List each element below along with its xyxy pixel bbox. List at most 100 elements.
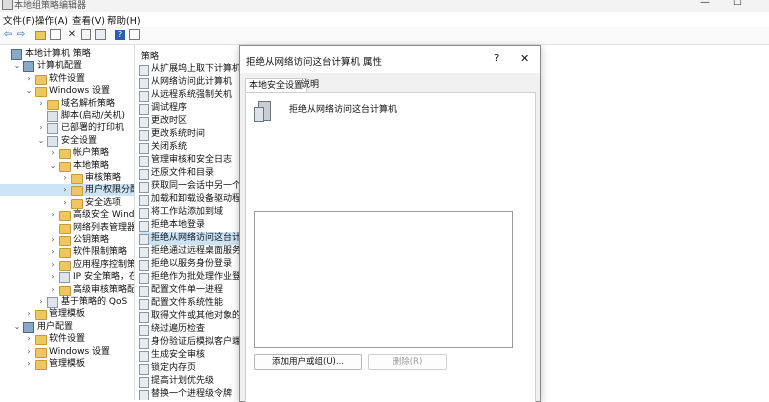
tree-item[interactable]: › Windows 设置 [0, 346, 134, 358]
expand-chevron-icon[interactable]: › [61, 184, 69, 196]
tree-item[interactable]: ⌄ 本地策略 [0, 160, 134, 172]
menu-view[interactable]: 查看(V) [72, 13, 105, 27]
expand-chevron-icon[interactable]: ⌄ [13, 60, 21, 72]
expand-chevron-icon[interactable]: › [49, 209, 57, 221]
tree-item-label: 用户权限分配 [85, 185, 135, 196]
minimize-button[interactable]: — [700, 0, 710, 8]
policy-row[interactable]: 身份验证后模拟客户端 [139, 336, 240, 349]
back-icon[interactable]: ⇦ [2, 29, 14, 41]
expand-chevron-icon[interactable]: › [49, 259, 57, 271]
tab-explain[interactable]: 说明 [298, 78, 322, 92]
policy-column-header[interactable]: 策略 [141, 49, 159, 62]
delete-icon[interactable]: ✕ [66, 29, 78, 41]
policy-row[interactable]: 更改时区 [139, 115, 240, 128]
properties-icon[interactable] [80, 29, 92, 41]
tree-item[interactable]: › 应用程序控制策略 [0, 259, 134, 271]
expand-chevron-icon[interactable]: › [25, 333, 33, 345]
tree-item[interactable]: › 软件限制策略 [0, 246, 134, 259]
tree-item[interactable]: 本地计算机 策略 [0, 48, 134, 60]
forward-icon[interactable]: ⇨ [15, 29, 27, 41]
tree-item[interactable]: › 帐户策略 [0, 147, 134, 160]
expand-chevron-icon[interactable]: › [37, 98, 45, 110]
policy-row[interactable]: 还原文件和目录 [139, 167, 240, 180]
expand-chevron-icon[interactable]: › [49, 147, 57, 159]
tree-item[interactable]: 脚本(启动/关机) [0, 110, 134, 122]
tree-item[interactable]: ⌄ 安全设置 [0, 135, 134, 147]
policy-row[interactable]: 关闭系统 [139, 141, 240, 154]
tree-item[interactable]: › 管理模板 [0, 308, 134, 321]
tree-item[interactable]: › 已部署的打印机 [0, 122, 134, 135]
policy-row[interactable]: 配置文件单一进程 [139, 284, 240, 297]
policy-row[interactable]: 生成安全审核 [139, 349, 240, 362]
policy-row[interactable]: 管理审核和安全日志 [139, 154, 240, 167]
remove-button[interactable]: 删除(R) [368, 354, 447, 370]
expand-chevron-icon[interactable]: › [25, 346, 33, 358]
tree-item[interactable]: ⌄ 用户配置 [0, 321, 134, 333]
policy-row[interactable]: 从远程系统强制关机 [139, 89, 240, 102]
tree-item[interactable]: › 用户权限分配 [0, 184, 135, 197]
policy-row[interactable]: 拒绝以服务身份登录 [139, 258, 240, 271]
dialog-help-button[interactable]: ? [494, 53, 499, 64]
policy-row[interactable]: 从网络访问此计算机 [139, 76, 240, 89]
expand-chevron-icon[interactable]: › [25, 358, 33, 370]
snapin-icon[interactable] [128, 29, 140, 41]
expand-chevron-icon[interactable]: ⌄ [37, 135, 45, 147]
policy-row[interactable]: 加载和卸载设备驱动程序 [139, 193, 240, 206]
expand-chevron-icon[interactable]: › [25, 308, 33, 320]
expand-chevron-icon[interactable]: ⌄ [13, 321, 21, 333]
policy-row[interactable]: 拒绝通过远程桌面服务登录 [139, 245, 240, 258]
tree-item[interactable]: › 高级审核策略配置 [0, 284, 134, 296]
menu-action[interactable]: 操作(A) [35, 13, 68, 27]
policy-row[interactable]: 锁定内存页 [139, 362, 240, 375]
tree-item-label: Windows 设置 [49, 346, 111, 357]
expand-chevron-icon[interactable]: › [61, 172, 69, 184]
expand-chevron-icon[interactable]: ⌄ [49, 160, 57, 172]
expand-chevron-icon[interactable]: › [37, 122, 45, 134]
policy-row[interactable]: 拒绝作为批处理作业登录 [139, 271, 240, 284]
policy-row[interactable]: 配置文件系统性能 [139, 297, 240, 310]
tree-item[interactable]: › 高级安全 Windows D [0, 209, 134, 222]
add-user-or-group-button[interactable]: 添加用户或组(U)... [254, 354, 362, 370]
expand-chevron-icon[interactable]: › [25, 73, 33, 85]
show-hide-tree-icon[interactable] [49, 29, 61, 41]
policy-row[interactable]: 拒绝本地登录 [139, 219, 240, 232]
expand-chevron-icon[interactable]: › [37, 296, 45, 308]
menu-help[interactable]: 帮助(H) [107, 13, 141, 27]
tree-item[interactable]: › IP 安全策略，在 本地 [0, 271, 134, 284]
tree-item[interactable]: › 审核策略 [0, 172, 134, 184]
policy-row[interactable]: 调试程序 [139, 102, 240, 115]
expand-chevron-icon[interactable]: ⌄ [25, 85, 33, 97]
tree-item[interactable]: › 基于策略的 QoS [0, 296, 134, 308]
up-folder-icon[interactable] [34, 29, 46, 41]
dialog-close-button[interactable]: ✕ [520, 52, 529, 65]
policy-row[interactable]: 绕过遍历检查 [139, 323, 240, 336]
expand-chevron-icon[interactable]: › [61, 197, 69, 209]
tree-item[interactable]: › 软件设置 [0, 73, 134, 85]
expand-chevron-icon[interactable]: › [49, 234, 57, 246]
export-list-icon[interactable] [94, 29, 106, 41]
help-icon[interactable]: ? [114, 29, 126, 41]
policy-row[interactable]: 取得文件或其他对象的所有 [139, 310, 240, 323]
policy-row[interactable]: 拒绝从网络访问这台计算机 [139, 232, 240, 245]
tree-item[interactable]: 网络列表管理器策略 [0, 222, 134, 234]
policy-row[interactable]: 从扩展坞上取下计算机 [139, 63, 240, 76]
tree-item[interactable]: › 域名解析策略 [0, 98, 134, 110]
tree-item[interactable]: › 管理模板 [0, 358, 134, 370]
expand-chevron-icon[interactable]: › [49, 246, 57, 258]
users-groups-list[interactable] [254, 211, 513, 348]
policy-row[interactable]: 替换一个进程级令牌 [139, 388, 240, 400]
tree-item[interactable]: › 软件设置 [0, 333, 134, 346]
policy-icon [139, 234, 149, 245]
maximize-button[interactable]: ☐ [733, 0, 742, 8]
menu-file[interactable]: 文件(F) [3, 13, 35, 27]
expand-chevron-icon[interactable]: › [49, 271, 57, 283]
policy-row[interactable]: 提高计划优先级 [139, 375, 240, 388]
tree-item[interactable]: › 公钥策略 [0, 234, 134, 246]
tree-item[interactable]: ⌄ Windows 设置 [0, 85, 134, 98]
policy-row[interactable]: 将工作站添加到域 [139, 206, 240, 219]
policy-row[interactable]: 获取同一会话中另一个用户 [139, 180, 240, 193]
tree-item[interactable]: › 安全选项 [0, 197, 134, 209]
policy-row[interactable]: 更改系统时间 [139, 128, 240, 141]
expand-chevron-icon[interactable]: › [49, 284, 57, 296]
tree-item[interactable]: ⌄ 计算机配置 [0, 60, 134, 73]
